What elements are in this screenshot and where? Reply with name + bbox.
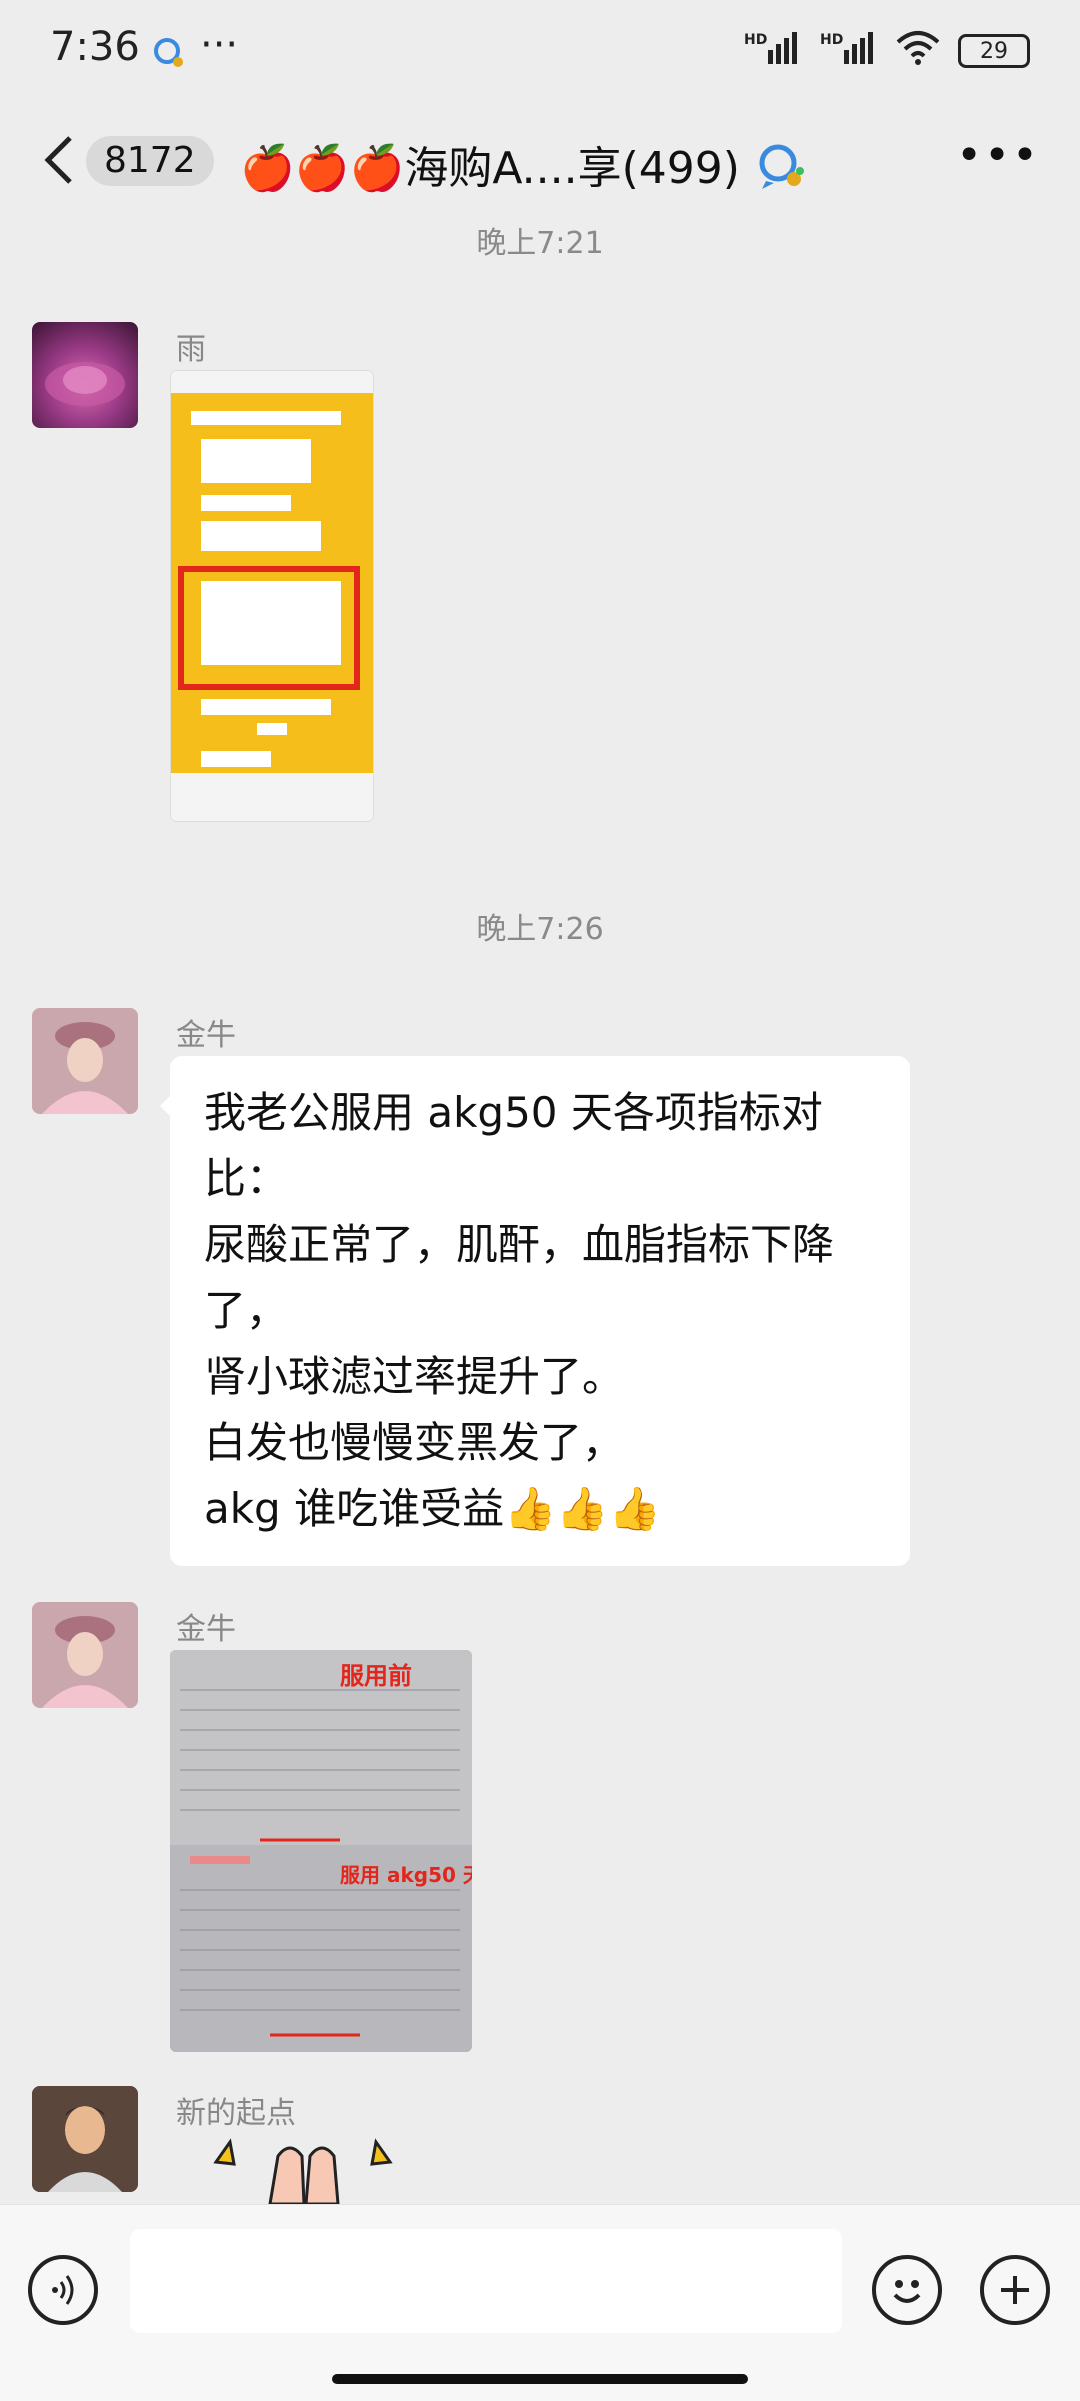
plus-icon	[1001, 2276, 1029, 2304]
message-input[interactable]	[130, 2229, 842, 2333]
message-line: 白发也慢慢变黑发了，	[204, 1418, 625, 1467]
message-line: 了，	[204, 1286, 289, 1335]
timestamp: 晚上7:26	[476, 912, 604, 947]
system-icons: HD HD 29	[744, 30, 1030, 72]
avatar[interactable]	[32, 1008, 138, 1114]
chevron-left-icon	[44, 136, 72, 184]
message-bubble[interactable]: 我老公服用 akg50 天各项指标对 比： 尿酸正常了，肌酐，血脂指标下降 了，…	[170, 1056, 910, 1566]
voice-icon	[52, 2275, 74, 2305]
message-line: 肾小球滤过率提升了。	[204, 1352, 625, 1401]
input-bar	[0, 2204, 1080, 2401]
image-label-before: 服用前	[340, 1662, 412, 1690]
battery-level: 29	[980, 38, 1008, 64]
signal-icon-1: HD	[744, 30, 802, 72]
chat-title[interactable]: 🍎🍎🍎海购A....享(499)	[240, 132, 808, 202]
signal-icon-2: HD	[820, 30, 878, 72]
smiley-icon	[893, 2280, 921, 2303]
unread-count-badge[interactable]: 8172	[86, 136, 214, 186]
chat-title-text: 海购A....享(499)	[404, 143, 740, 194]
clock: 7:36	[50, 24, 140, 70]
timestamp: 晚上7:21	[476, 226, 604, 261]
wifi-icon	[896, 30, 940, 72]
image-label-after: 服用 akg50 天	[340, 1863, 472, 1887]
avatar[interactable]	[32, 1602, 138, 1708]
chat-app-icon	[152, 36, 186, 70]
more-options-button[interactable]: •••	[956, 130, 1040, 181]
more-notifications-icon: ···	[200, 22, 239, 68]
avatar[interactable]	[32, 2086, 138, 2192]
battery-icon: 29	[958, 34, 1030, 68]
message-line: 比：	[204, 1154, 289, 1203]
group-type-icon	[754, 141, 808, 202]
emoji-button[interactable]	[872, 2255, 942, 2325]
sender-name: 金牛	[176, 1018, 236, 1053]
message-line: 我老公服用 akg50 天各项指标对	[204, 1088, 823, 1137]
message-line: akg 谁吃谁受益👍👍👍	[204, 1484, 661, 1533]
sender-name: 新的起点	[176, 2096, 296, 2131]
home-indicator[interactable]	[332, 2374, 748, 2384]
lab-report-image[interactable]: 服用前 服用 akg50 天	[170, 1650, 472, 2052]
sender-name: 金牛	[176, 1612, 236, 1647]
avatar[interactable]	[32, 322, 138, 428]
voice-input-button[interactable]	[28, 2255, 98, 2325]
svg-text:HD: HD	[744, 32, 767, 48]
more-actions-button[interactable]	[980, 2255, 1050, 2325]
sender-name: 雨	[176, 332, 206, 367]
screenshot-image[interactable]	[170, 370, 374, 822]
svg-text:HD: HD	[820, 32, 843, 48]
clapping-sticker[interactable]	[170, 2134, 430, 2204]
chat-header: 8172 🍎🍎🍎海购A....享(499) •••	[0, 110, 1080, 210]
message-line: 尿酸正常了，肌酐，血脂指标下降	[204, 1220, 835, 1269]
back-button[interactable]	[40, 130, 76, 204]
apple-emoji-group: 🍎🍎🍎	[240, 143, 405, 194]
status-bar: 7:36 ··· HD HD 29	[0, 0, 1080, 110]
